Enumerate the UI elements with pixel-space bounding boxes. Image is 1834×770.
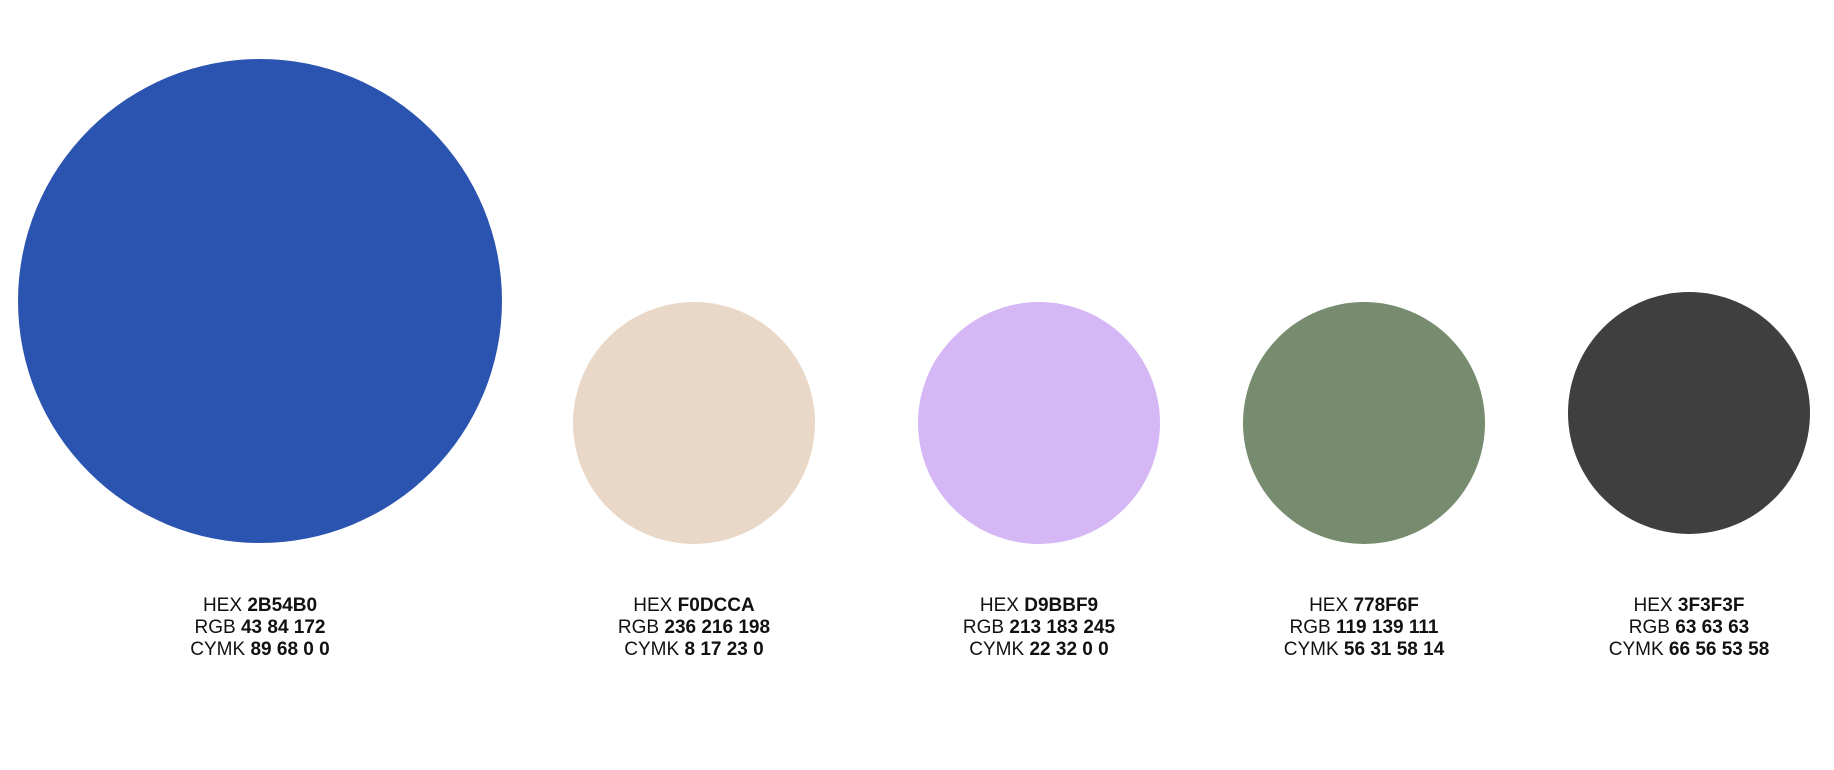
- rgb-caption: RGB: [1289, 617, 1331, 638]
- cymk-line: CYMK 22 32 0 0: [889, 639, 1189, 661]
- hex-value: 778F6F: [1353, 595, 1419, 616]
- swatch-label: HEX 2B54B0 RGB 43 84 172 CYMK 89 68 0 0: [110, 595, 410, 661]
- hex-caption: HEX: [1309, 595, 1349, 616]
- rgb-line: RGB 213 183 245: [889, 617, 1189, 639]
- color-swatch-sage: [1243, 302, 1485, 544]
- hex-line: HEX D9BBF9: [889, 595, 1189, 617]
- cymk-caption: CYMK: [1608, 639, 1664, 660]
- hex-line: HEX 778F6F: [1214, 595, 1514, 617]
- cymk-caption: CYMK: [1283, 639, 1339, 660]
- cymk-value: 56 31 58 14: [1343, 639, 1445, 660]
- cymk-line: CYMK 66 56 53 58: [1539, 639, 1834, 661]
- hex-caption: HEX: [633, 595, 673, 616]
- rgb-value: 119 139 111: [1335, 617, 1439, 638]
- rgb-line: RGB 236 216 198: [544, 617, 844, 639]
- swatch-label: HEX 3F3F3F RGB 63 63 63 CYMK 66 56 53 58: [1539, 595, 1834, 661]
- rgb-caption: RGB: [617, 617, 660, 638]
- hex-value: D9BBF9: [1024, 595, 1099, 616]
- hex-value: 2B54B0: [247, 595, 318, 616]
- swatch-label: HEX D9BBF9 RGB 213 183 245 CYMK 22 32 0 …: [889, 595, 1189, 661]
- hex-caption: HEX: [979, 595, 1019, 616]
- rgb-caption: RGB: [194, 617, 236, 638]
- cymk-value: 8 17 23 0: [684, 639, 764, 660]
- cymk-caption: CYMK: [190, 639, 246, 660]
- rgb-line: RGB 119 139 111: [1214, 617, 1514, 639]
- cymk-value: 89 68 0 0: [250, 639, 330, 660]
- color-swatch-lavender: [918, 302, 1160, 544]
- rgb-value: 43 84 172: [240, 617, 326, 638]
- rgb-value: 63 63 63: [1675, 617, 1750, 638]
- hex-line: HEX 2B54B0: [110, 595, 410, 617]
- hex-line: HEX F0DCCA: [544, 595, 844, 617]
- rgb-value: 213 183 245: [1009, 617, 1116, 638]
- hex-line: HEX 3F3F3F: [1539, 595, 1834, 617]
- hex-value: 3F3F3F: [1677, 595, 1745, 616]
- cymk-caption: CYMK: [624, 639, 680, 660]
- color-swatch-charcoal: [1568, 292, 1810, 534]
- cymk-line: CYMK 56 31 58 14: [1214, 639, 1514, 661]
- hex-value: F0DCCA: [677, 595, 755, 616]
- rgb-value: 236 216 198: [664, 617, 771, 638]
- cymk-caption: CYMK: [969, 639, 1025, 660]
- rgb-caption: RGB: [1628, 617, 1670, 638]
- cymk-line: CYMK 89 68 0 0: [110, 639, 410, 661]
- color-swatch-beige: [573, 302, 815, 544]
- cymk-value: 66 56 53 58: [1668, 639, 1770, 660]
- swatch-label: HEX 778F6F RGB 119 139 111 CYMK 56 31 58…: [1214, 595, 1514, 661]
- swatch-label: HEX F0DCCA RGB 236 216 198 CYMK 8 17 23 …: [544, 595, 844, 661]
- cymk-line: CYMK 8 17 23 0: [544, 639, 844, 661]
- cymk-value: 22 32 0 0: [1029, 639, 1109, 660]
- rgb-line: RGB 43 84 172: [110, 617, 410, 639]
- color-swatch-blue: [18, 59, 502, 543]
- rgb-line: RGB 63 63 63: [1539, 617, 1834, 639]
- hex-caption: HEX: [1633, 595, 1673, 616]
- hex-caption: HEX: [202, 595, 243, 616]
- rgb-caption: RGB: [962, 617, 1005, 638]
